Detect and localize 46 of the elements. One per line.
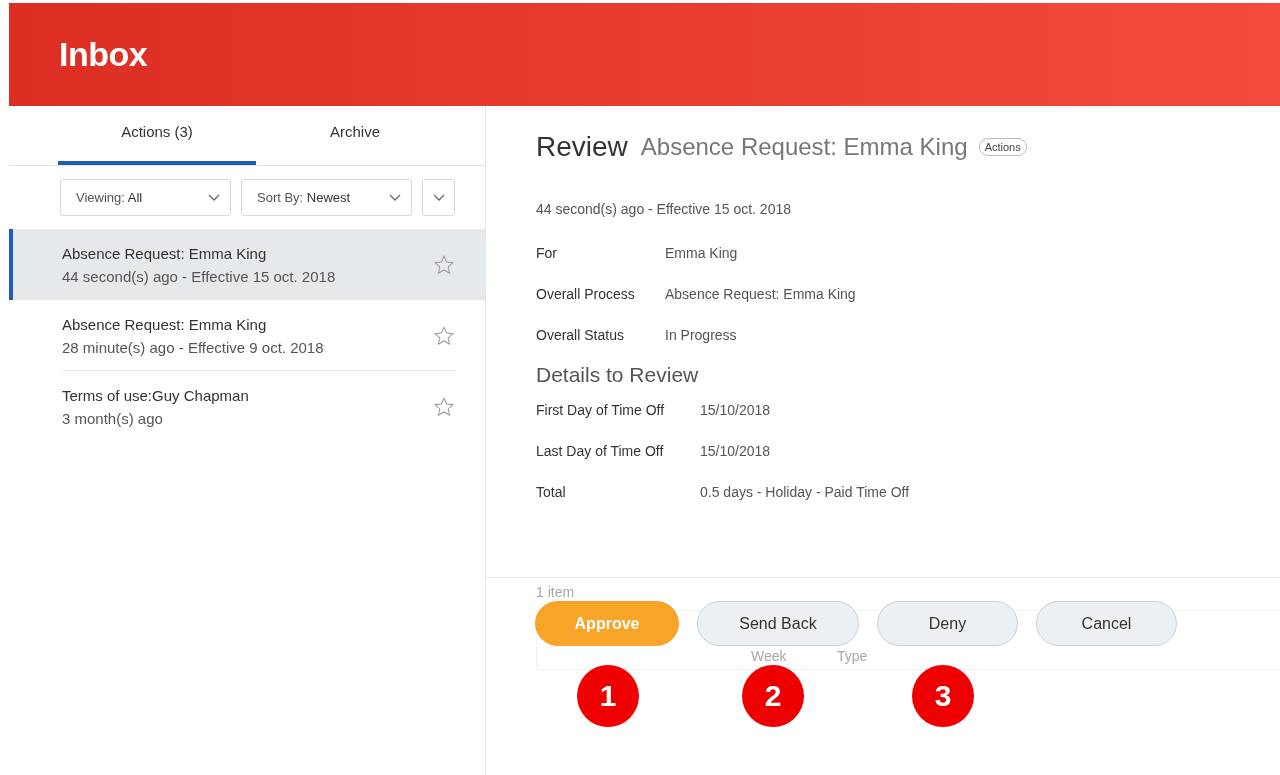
item-subtitle: 44 second(s) ago - Effective 15 oct. 2018 — [62, 267, 336, 285]
field-value: Emma King — [665, 244, 738, 261]
item-title: Terms of use:Guy Chapman — [62, 386, 249, 404]
field-value: In Progress — [665, 326, 737, 343]
filter-dropdown[interactable]: Sort By: Newest — [241, 179, 412, 216]
action-button[interactable]: Deny — [877, 601, 1018, 646]
chevron-down-icon — [208, 193, 220, 202]
star-icon[interactable] — [433, 324, 455, 347]
section-title: Details to Review — [536, 363, 699, 387]
field-label: First Day of Time Off — [536, 401, 666, 418]
field-label: Total — [536, 483, 567, 500]
step-number: 3 — [912, 665, 974, 727]
star-icon[interactable] — [433, 395, 455, 418]
page-title: Inbox — [59, 35, 148, 74]
inbox-item[interactable]: Terms of use:Guy Chapman 3 month(s) ago — [9, 371, 485, 442]
inbox-item[interactable]: Absence Request: Emma King 44 second(s) ago - Effective 15 oct. 2018 — [9, 229, 485, 300]
item-title: Absence Request: Emma King — [62, 244, 267, 262]
field-value: 15/10/2018 — [700, 442, 771, 459]
filter-dropdown[interactable]: Viewing: All — [60, 179, 231, 216]
tab[interactable]: Archive — [256, 106, 454, 165]
field-label: Last Day of Time Off — [536, 442, 665, 459]
chevron-down-icon — [389, 193, 401, 202]
field-label: Overall Process — [536, 285, 636, 302]
field-label: For — [536, 244, 558, 261]
column-header: Type — [837, 648, 868, 664]
item-title: Absence Request: Emma King — [62, 315, 267, 333]
request-title: Absence Request: Emma King — [640, 133, 968, 161]
request-meta: 44 second(s) ago - Effective 15 oct. 2018 — [536, 201, 791, 217]
expand-button[interactable] — [422, 179, 455, 216]
item-subtitle: 3 month(s) ago — [62, 409, 163, 427]
step-number: 1 — [577, 665, 639, 727]
star-icon[interactable] — [433, 253, 455, 276]
field-value: 0.5 days - Holiday - Paid Time Off — [700, 483, 910, 500]
action-button[interactable]: Cancel — [1036, 601, 1177, 646]
review-title: Review — [536, 131, 628, 163]
inbox-item[interactable]: Absence Request: Emma King 28 minute(s) ago - Effective 9 oct. 2018 — [9, 300, 485, 371]
field-value: Absence Request: Emma King — [665, 285, 856, 302]
item-count: 1 item — [536, 584, 575, 600]
action-button[interactable]: Send Back — [697, 601, 859, 646]
tab[interactable]: Actions (3) — [58, 106, 256, 165]
field-label: Overall Status — [536, 326, 625, 343]
step-number: 2 — [742, 665, 804, 727]
item-subtitle: 28 minute(s) ago - Effective 9 oct. 2018 — [62, 338, 324, 356]
chevron-down-icon — [432, 193, 445, 202]
field-value: 15/10/2018 — [700, 401, 771, 418]
column-header: Week — [751, 648, 787, 664]
